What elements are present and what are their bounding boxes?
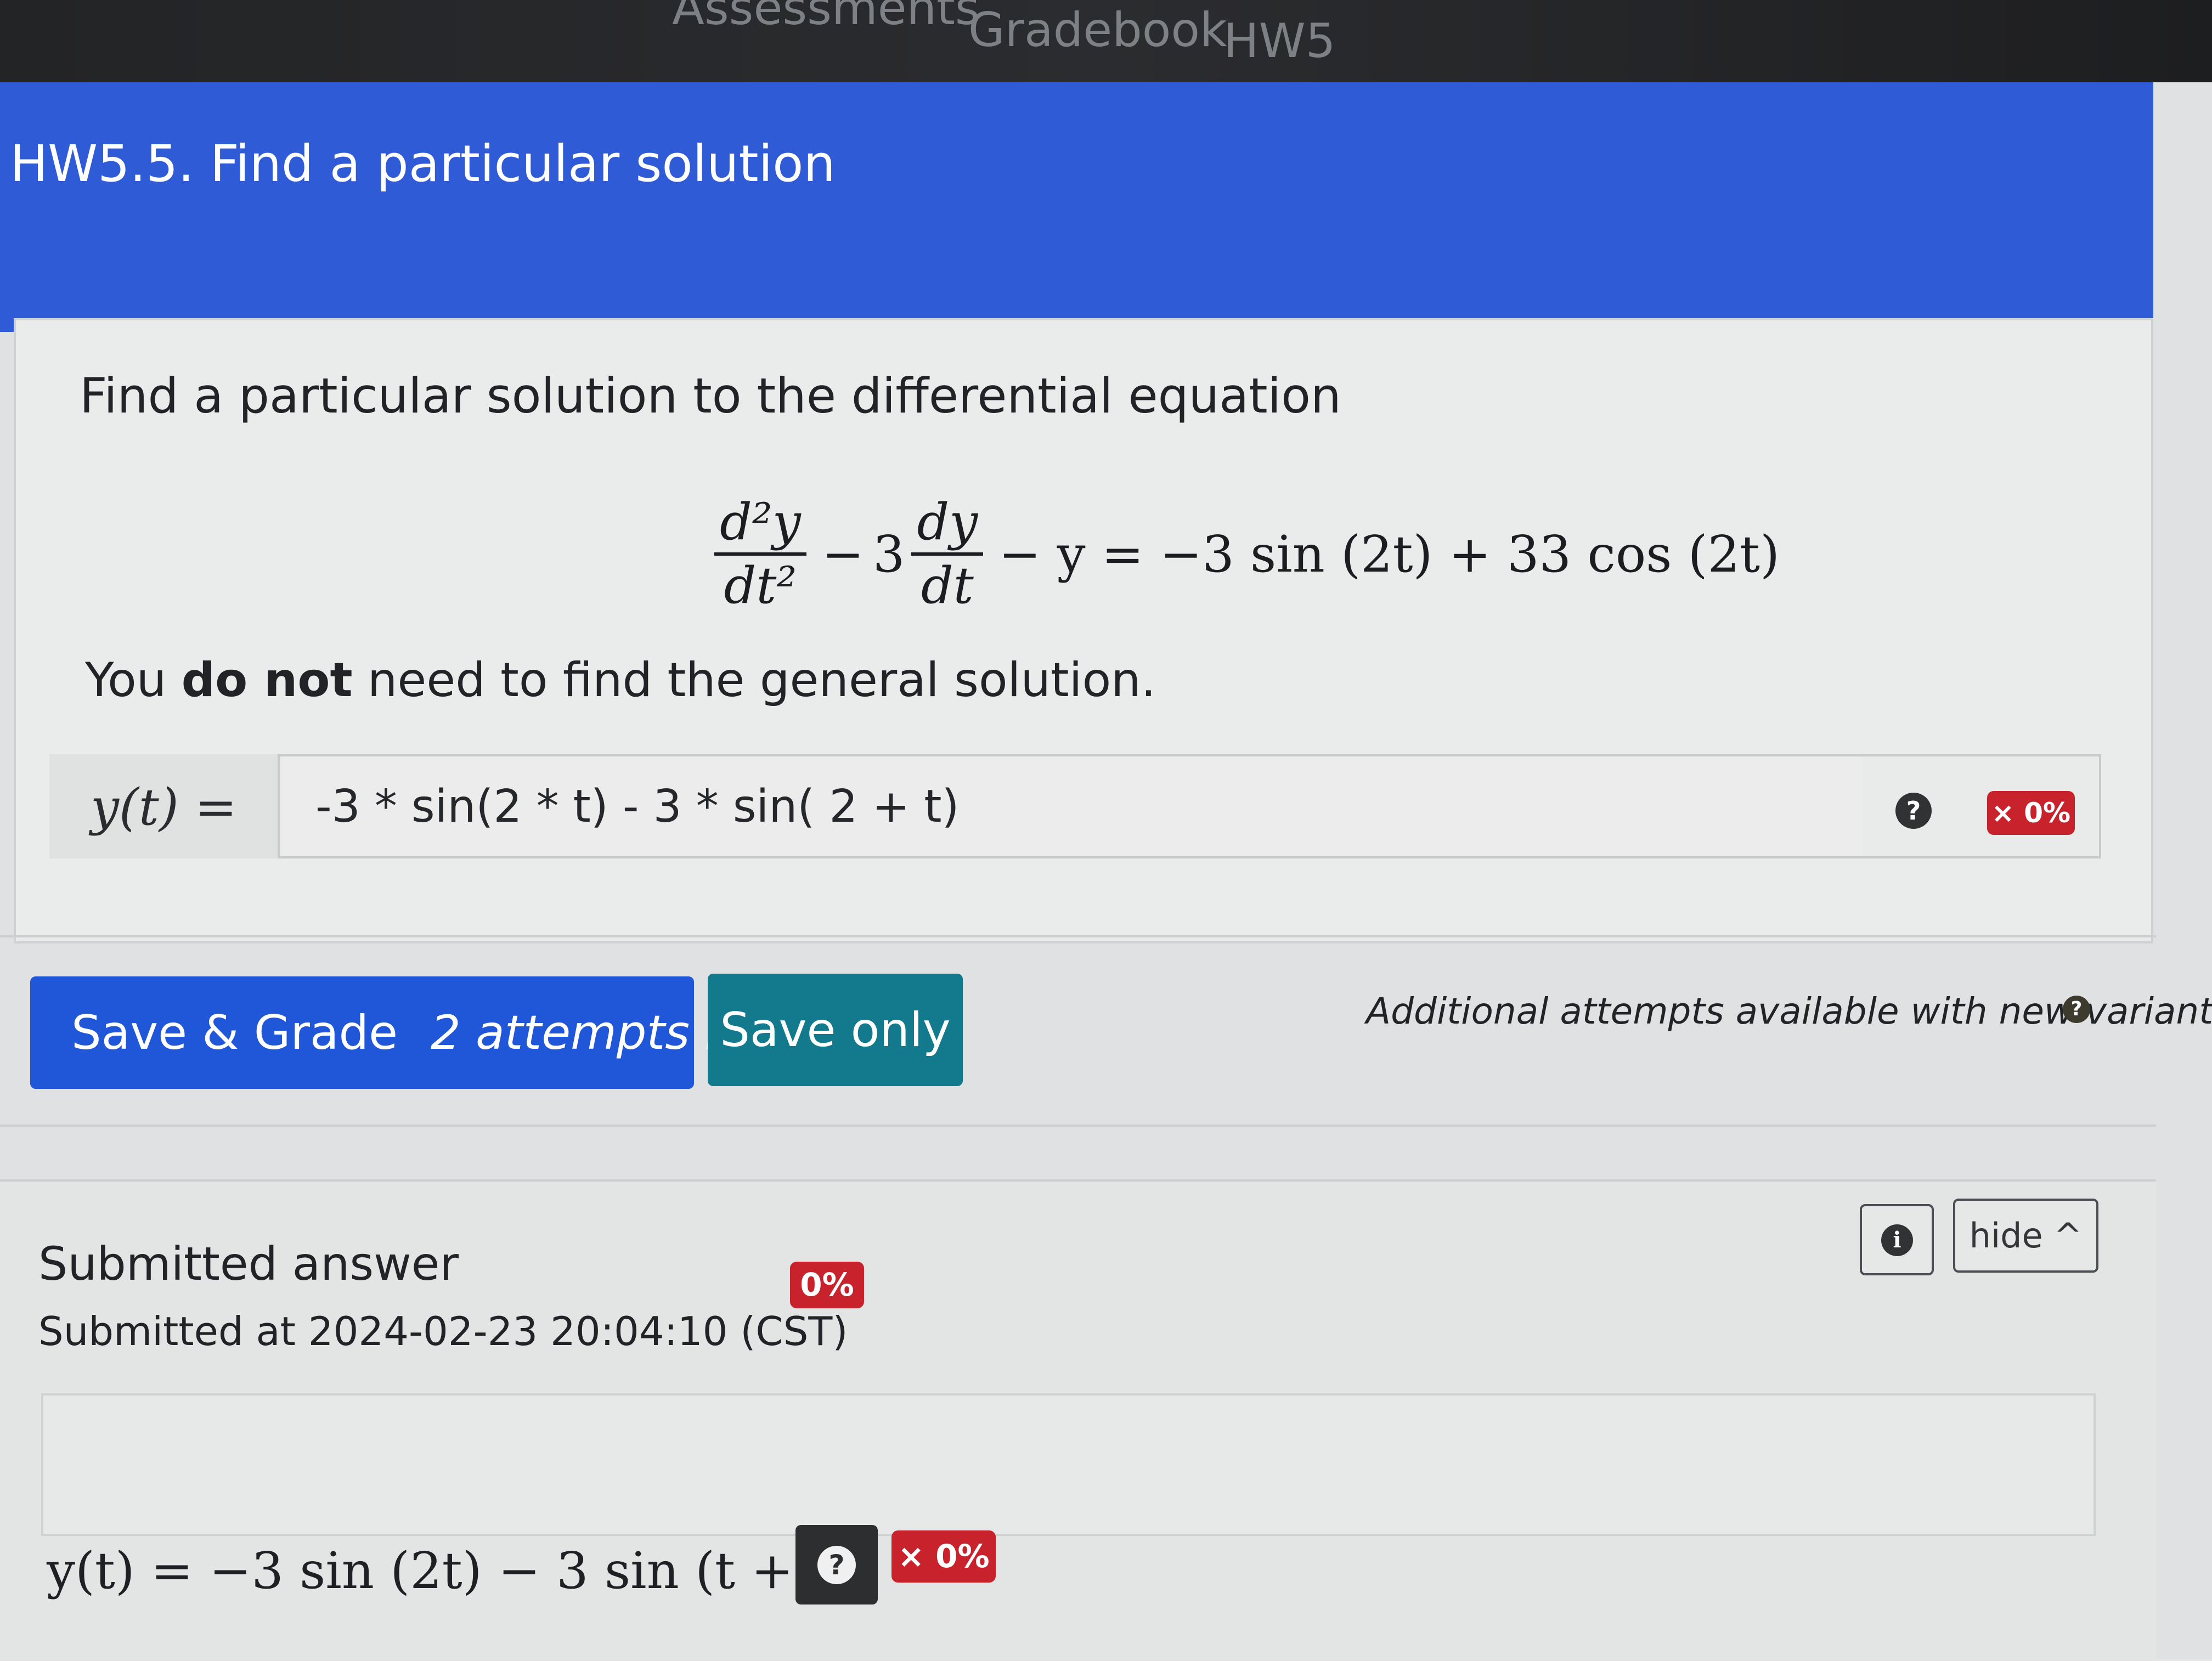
additional-attempts-help-icon[interactable]: ? <box>2063 996 2090 1023</box>
question-title: HW5.5. Find a particular solution <box>10 134 836 193</box>
submitted-answer-expression: y(t) = −3 sin (2t) − 3 sin (t + 2) <box>47 1541 861 1600</box>
question-note: You do not need to find the general solu… <box>85 653 1156 708</box>
nav-hw5[interactable]: HW5 <box>1223 11 1335 71</box>
answer-input[interactable] <box>283 757 1863 856</box>
answer-help-icon[interactable]: ? <box>1895 793 1932 829</box>
first-derivative-fraction: dy dt <box>911 492 984 616</box>
submitted-answer-title: Submitted answer <box>38 1237 459 1291</box>
nav-assessments[interactable]: Assessments <box>672 0 980 38</box>
submitted-answer-score-badge: × 0% <box>891 1530 996 1583</box>
submitted-answer-help-button[interactable]: ? <box>795 1525 878 1604</box>
info-button[interactable]: i <box>1860 1204 1934 1275</box>
question-title-bar <box>0 82 2153 332</box>
help-icon: ? <box>817 1546 856 1584</box>
question-prompt: Find a particular solution to the differ… <box>80 368 1341 424</box>
hide-button[interactable]: hide ^ <box>1953 1199 2098 1273</box>
info-icon: i <box>1881 1224 1913 1256</box>
divider <box>0 935 2156 937</box>
differential-equation: d²y dt² − 3 dy dt − y = −3 sin (2t) + 33… <box>708 483 1788 625</box>
submitted-timestamp: Submitted at 2024-02-23 20:04:10 (CST) <box>38 1308 848 1354</box>
divider <box>0 1125 2156 1127</box>
submitted-answer-box <box>41 1393 2096 1536</box>
nav-gradebook[interactable]: Gradebook <box>968 0 1227 60</box>
save-and-grade-button[interactable]: Save & Grade 2 attempts left <box>30 976 782 1089</box>
answer-score-badge: × 0% <box>1987 791 2075 835</box>
second-derivative-fraction: d²y dt² <box>714 492 806 616</box>
submission-score-badge: 0% <box>790 1262 864 1308</box>
answer-label: y(t) = <box>91 778 238 837</box>
save-only-button[interactable]: Save only <box>708 974 963 1086</box>
